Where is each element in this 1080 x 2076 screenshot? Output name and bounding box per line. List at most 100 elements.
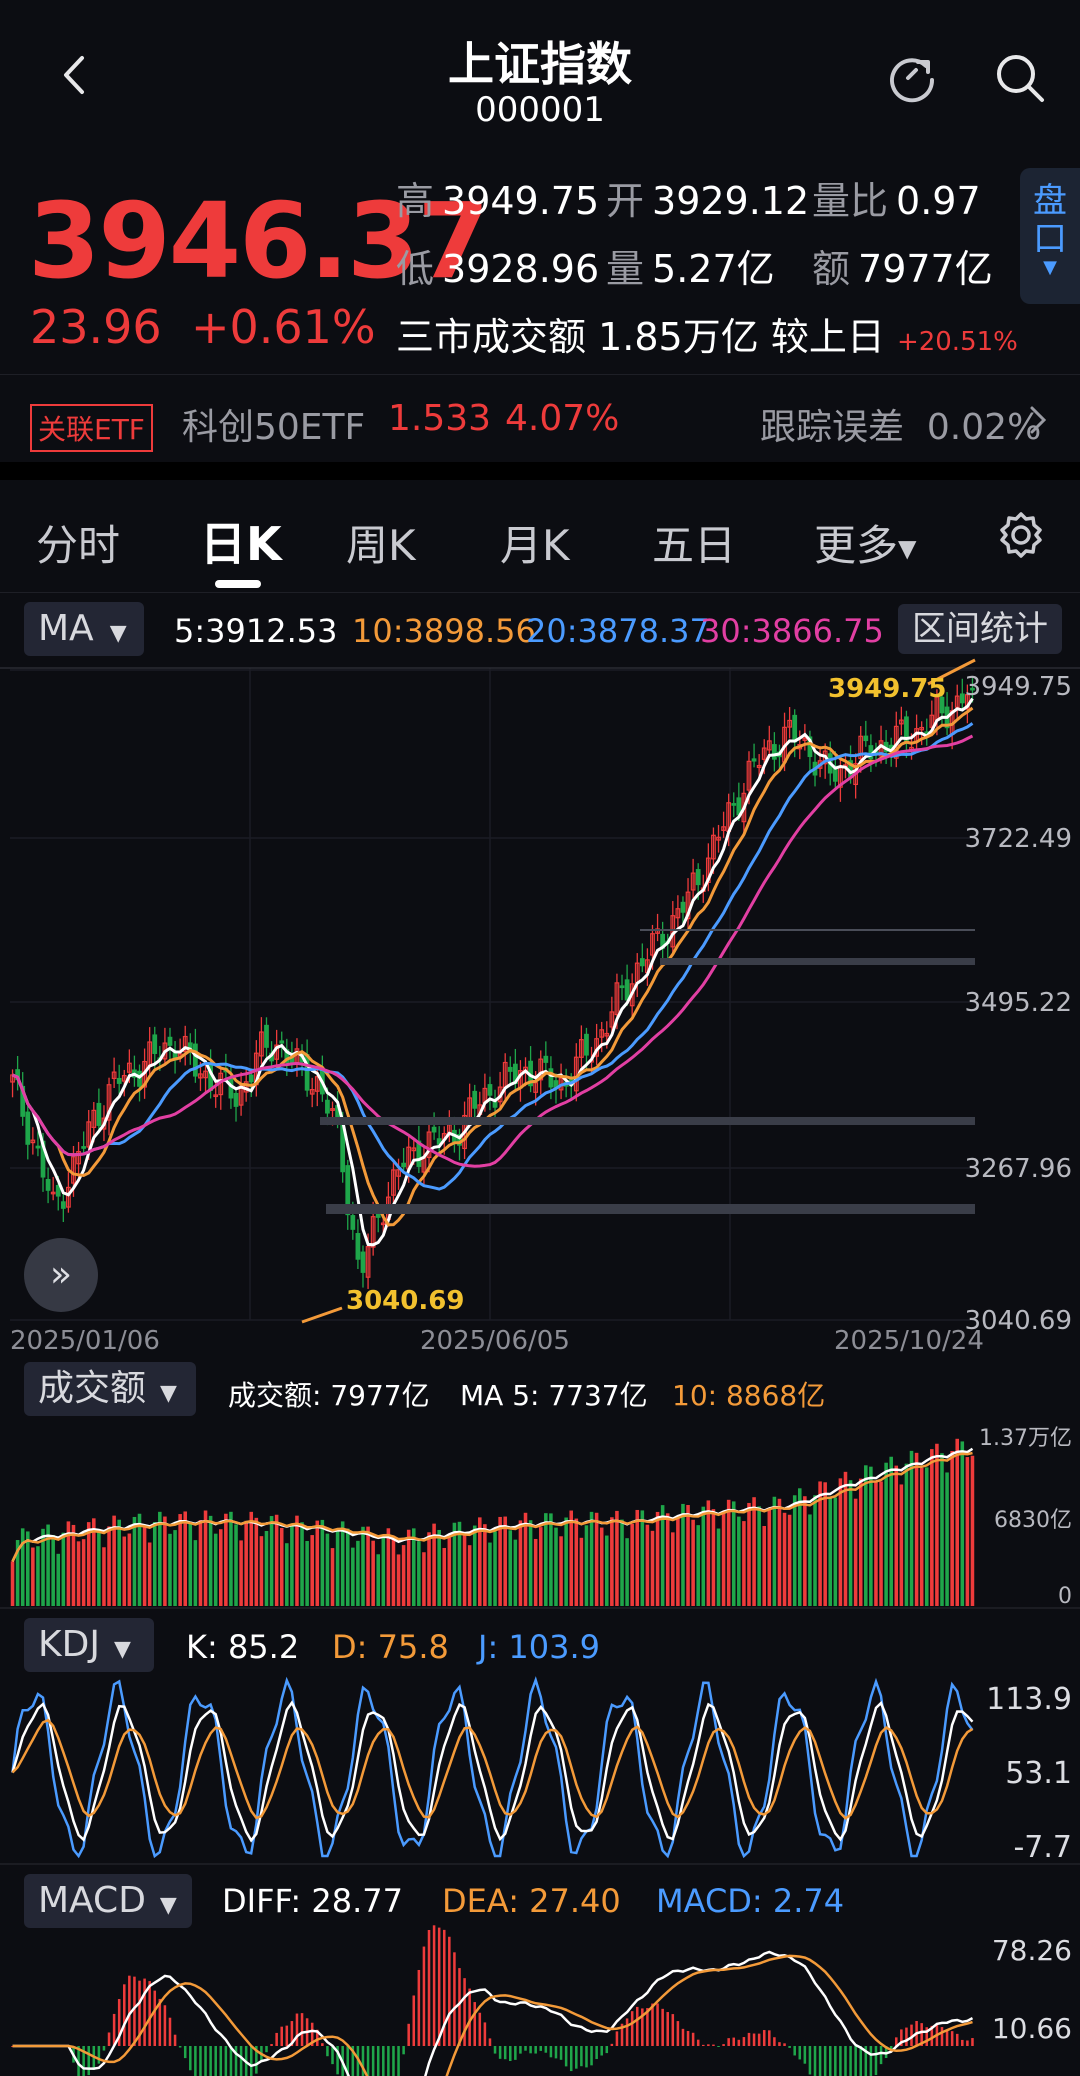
macd-bar [757, 2033, 761, 2046]
macd-bar [742, 2037, 746, 2046]
volume-bar [224, 1513, 228, 1606]
macd-bar [778, 2042, 781, 2046]
volume-bar [665, 1513, 670, 1606]
candle-body [81, 1146, 87, 1149]
macd-bar [600, 2046, 603, 2056]
macd-bar [199, 2046, 202, 2076]
ma10-line [11, 706, 974, 1227]
macd-bar [539, 2046, 543, 2051]
macd-bar [275, 2032, 278, 2046]
macd-bar [224, 2046, 228, 2076]
volume-bar [117, 1519, 121, 1606]
kdj-selector[interactable]: KDJ ▼ [24, 1618, 154, 1672]
volume-bar [549, 1513, 553, 1606]
volume-bar [249, 1511, 254, 1606]
volume-bar [285, 1543, 289, 1606]
volume-bar [300, 1522, 304, 1606]
macd-bar [813, 2046, 817, 2076]
macd-bar [549, 2046, 553, 2058]
macd-bar [488, 2038, 492, 2046]
macd-bar [509, 2046, 512, 2062]
macd-bar [849, 2046, 852, 2076]
candle-body [233, 1092, 239, 1107]
volume-bar [869, 1466, 873, 1606]
macd-bar [874, 2046, 878, 2076]
kdj-j-line [11, 1676, 974, 1859]
volume-bar [792, 1495, 797, 1606]
macd-bar [752, 2033, 756, 2046]
volume-bar [25, 1531, 30, 1606]
volume-bar [945, 1472, 949, 1606]
macd-value: MACD: 2.74 [656, 1882, 845, 1920]
y-label-2: 3722.49 [964, 824, 1072, 854]
macd-bar [194, 2046, 197, 2076]
volume-bar [345, 1528, 350, 1606]
volume-bar [320, 1519, 325, 1606]
volume-bar [493, 1531, 497, 1606]
macd-bar [823, 2046, 827, 2076]
macd-bar [219, 2046, 223, 2076]
kdj-y-mid: 53.1 [1005, 1756, 1072, 1791]
volume-bar [356, 1540, 360, 1606]
volume-bar [538, 1527, 543, 1606]
macd-bar [239, 2046, 243, 2076]
volume-bar [711, 1509, 716, 1606]
macd-bar [183, 2046, 187, 2059]
macd-bar [747, 2032, 751, 2046]
kline-chart[interactable] [0, 0, 1080, 2076]
volume-ma5: MA 5: 7737亿 [460, 1379, 648, 1412]
volume-bar [488, 1542, 492, 1606]
caret-down-icon: ▼ [159, 1893, 177, 1918]
macd-bar [854, 2046, 857, 2076]
macd-bar [879, 2046, 883, 2065]
volume-bar [823, 1482, 827, 1606]
macd-bar [940, 2027, 944, 2046]
macd-bar [732, 2037, 736, 2046]
expand-button[interactable]: » [24, 1238, 98, 1312]
volume-bar [152, 1522, 157, 1606]
volume-bar [676, 1517, 680, 1606]
macd-bar [123, 1984, 126, 2046]
candle-body [543, 1055, 549, 1063]
macd-bar [564, 2046, 568, 2067]
volume-bar [178, 1514, 182, 1606]
macd-bar [945, 2030, 949, 2046]
candle-body [228, 1078, 234, 1099]
volume-bar [787, 1514, 792, 1606]
candle-body [116, 1077, 122, 1084]
y-label-4: 3267.96 [964, 1154, 1072, 1184]
volume-bar [259, 1536, 264, 1606]
volume-bar [858, 1478, 863, 1606]
candle-body [350, 1215, 356, 1230]
macd-bar [493, 2046, 497, 2054]
macd-bar [529, 2046, 532, 2054]
volume-bar [437, 1529, 441, 1606]
macd-selector[interactable]: MACD ▼ [24, 1874, 192, 1928]
kdj-y-top: 113.9 [986, 1682, 1072, 1717]
volume-bar [671, 1532, 675, 1606]
macd-bar [666, 2012, 669, 2046]
volume-bar [559, 1536, 563, 1606]
volume-bar [417, 1541, 421, 1606]
volume-bar [604, 1535, 609, 1606]
volume-bar [361, 1526, 365, 1606]
volume-bar [701, 1506, 706, 1606]
volume-selector[interactable]: 成交额 ▼ [24, 1362, 196, 1416]
volume-bar [147, 1542, 152, 1606]
volume-bar [325, 1533, 330, 1606]
x-label-start: 2025/01/06 [10, 1326, 160, 1356]
macd-bar [366, 2046, 370, 2076]
volume-bar [396, 1554, 401, 1606]
macd-bar [234, 2046, 238, 2076]
volume-bar [879, 1481, 883, 1606]
support-band [326, 1204, 975, 1214]
volume-bar [335, 1529, 340, 1606]
candle-body [695, 869, 701, 886]
macd-bar [793, 2046, 796, 2056]
volume-bar [310, 1535, 314, 1606]
volume-bar [599, 1527, 604, 1606]
candle-body [152, 1034, 158, 1054]
volume-bar [564, 1517, 568, 1606]
macd-bar [585, 2046, 588, 2068]
volume-bar [899, 1484, 904, 1606]
